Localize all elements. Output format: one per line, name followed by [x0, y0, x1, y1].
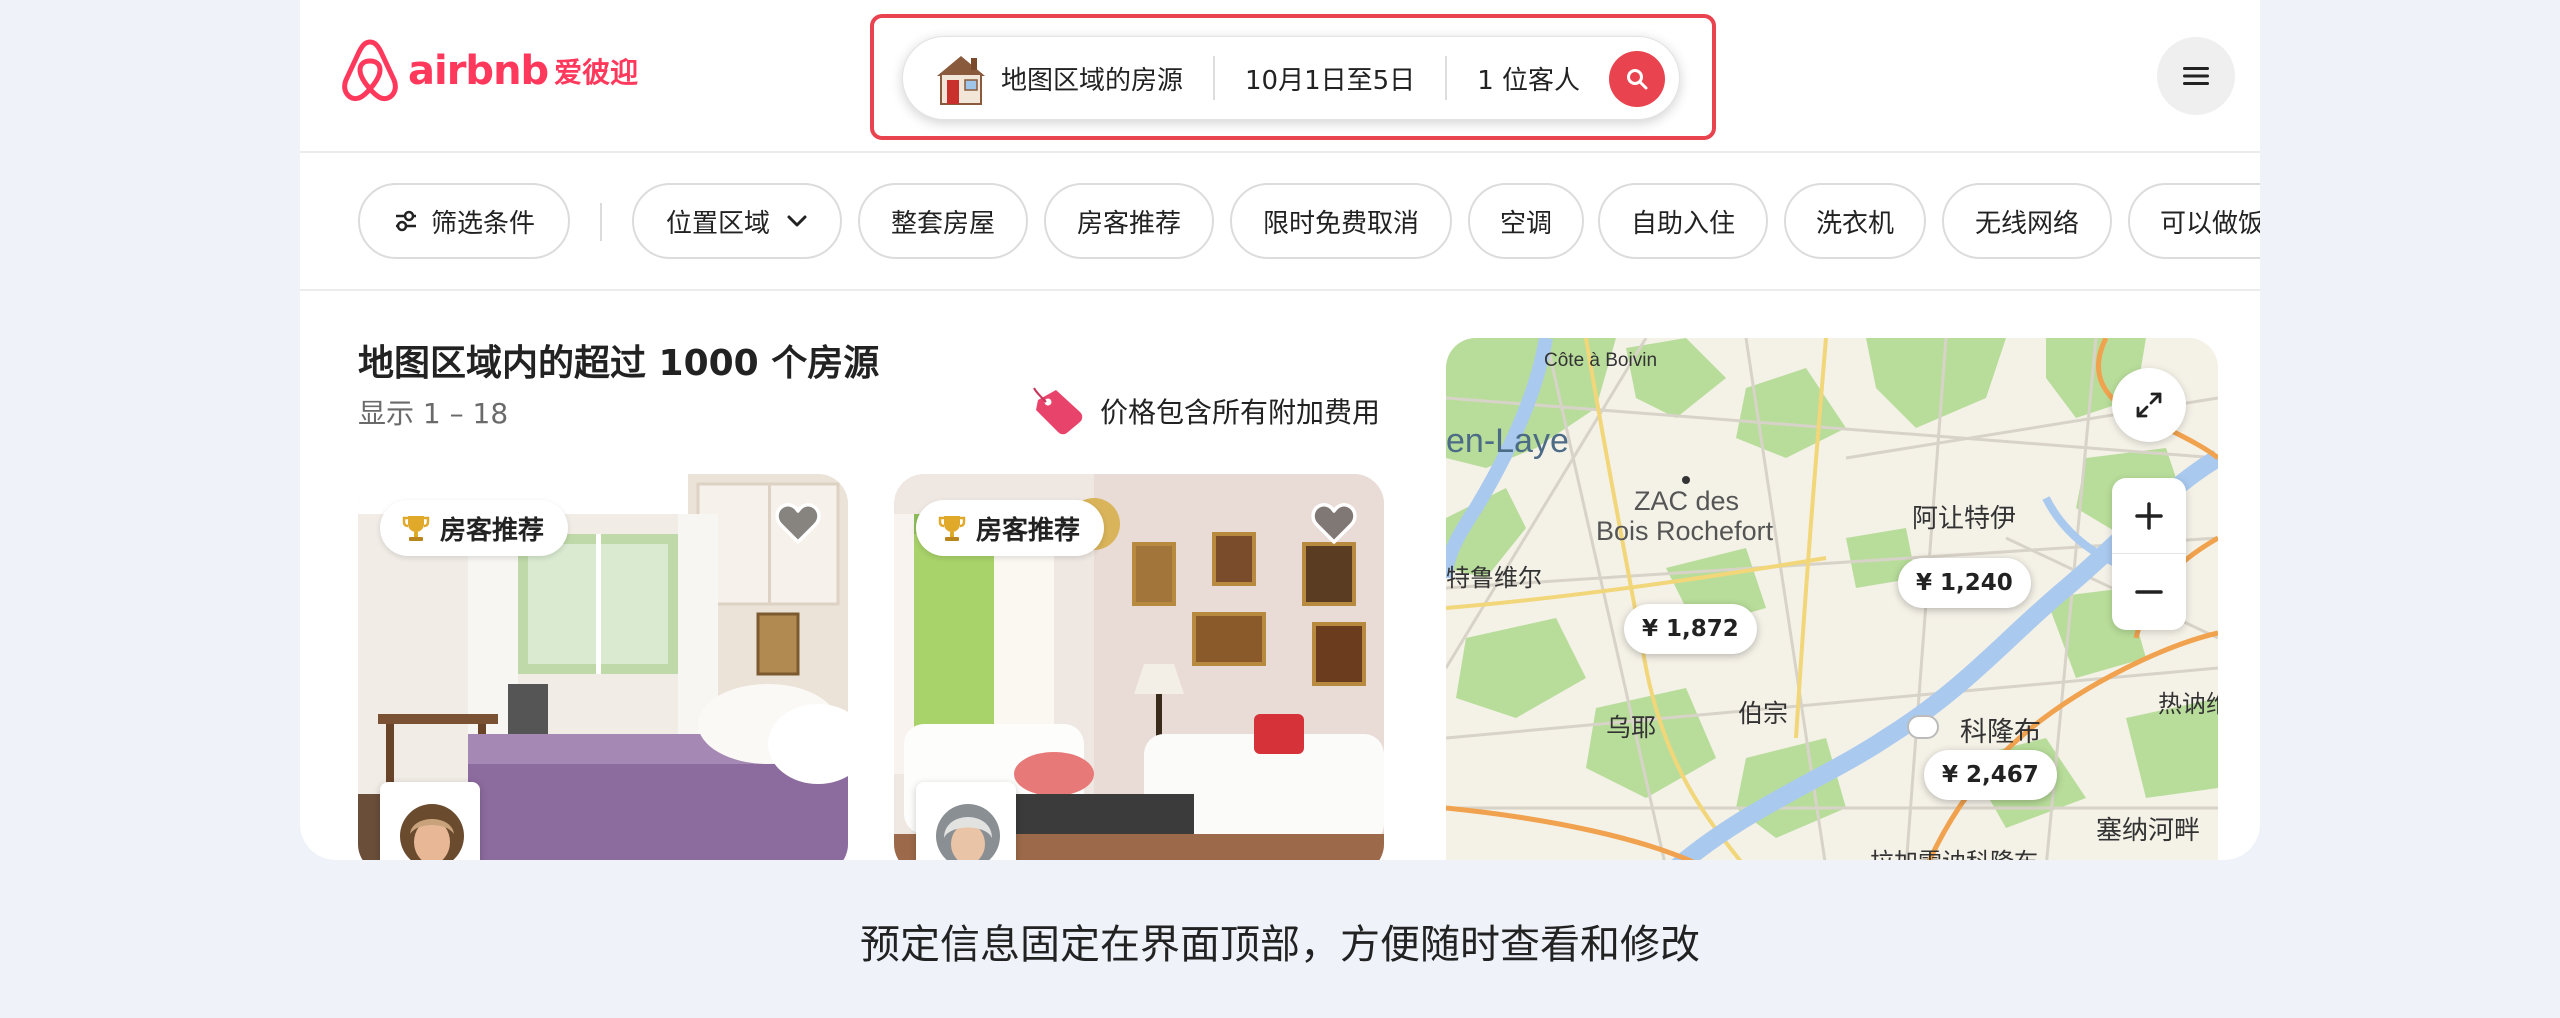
search-guests[interactable]: 1 位客人 — [1477, 60, 1580, 97]
listing-card[interactable]: 房客推荐 — [358, 474, 848, 860]
chip-label: 洗衣机 — [1815, 208, 1894, 239]
filter-divider — [600, 203, 602, 241]
zoom-out-button[interactable] — [2112, 554, 2186, 629]
chip-label: 空调 — [1499, 208, 1552, 239]
price-tag-icon — [1033, 387, 1083, 435]
sliders-icon — [395, 210, 416, 232]
map-label: 特鲁维尔 — [1446, 565, 1542, 592]
airbnb-belo-icon — [342, 39, 398, 102]
search-button[interactable] — [1609, 51, 1665, 107]
chip-label: 位置区域 — [665, 208, 770, 239]
brand-wordmark: airbnb — [408, 48, 549, 94]
hamburger-menu-icon — [2183, 67, 2209, 85]
badge-label: 房客推荐 — [976, 515, 1081, 546]
search-bar[interactable]: 地图区域的房源 10月1日至5日 1 位客人 — [902, 36, 1680, 120]
chevron-down-icon — [787, 215, 807, 227]
guest-favorite-badge: 房客推荐 — [380, 500, 569, 556]
chip-label: 整套房屋 — [890, 208, 995, 239]
map-label: ZAC des — [1634, 486, 1740, 516]
chip-location[interactable]: 位置区域 — [632, 183, 842, 259]
map-label: 乌耶 — [1606, 714, 1657, 742]
filter-bar: 筛选条件 位置区域 整套房屋 房客推荐 限时免费取消 空调 自助入住 洗衣机 无… — [300, 153, 2260, 291]
chip-self-check-in[interactable]: 自助入住 — [1598, 183, 1768, 259]
price-note: 价格包含所有附加费用 — [1030, 386, 1380, 436]
map-label: 科隆布 — [1960, 717, 2041, 747]
chip-free-cancellation[interactable]: 限时免费取消 — [1230, 183, 1452, 259]
chip-guest-favorite[interactable]: 房客推荐 — [1044, 183, 1214, 259]
trophy-icon — [938, 516, 966, 541]
chip-washer[interactable]: 洗衣机 — [1784, 183, 1926, 259]
map-label: 拉加雷讷科隆布 — [1870, 842, 2038, 860]
map-canvas — [1446, 338, 2218, 860]
map-panel[interactable]: Côte à Boivin en-Laye ZAC des Bois Roche… — [1446, 338, 2218, 860]
map-label: 塞纳河畔 — [2096, 815, 2201, 845]
map-zoom-controls — [2112, 478, 2186, 630]
map-expand-button[interactable] — [2112, 368, 2186, 442]
search-dates[interactable]: 10月1日至5日 — [1245, 60, 1415, 97]
results-title: 地图区域内的超过 1000 个房源 — [358, 343, 880, 384]
results-range: 显示 1 – 18 — [358, 397, 509, 430]
chip-label: 限时免费取消 — [1262, 208, 1419, 239]
expand-icon — [2136, 392, 2162, 418]
map-label: Côte à Boivin — [1544, 350, 1658, 371]
trophy-icon — [402, 516, 430, 541]
avatar — [936, 804, 1000, 860]
map-price-pin[interactable]: ¥ 1,240 — [1898, 558, 2031, 608]
guest-favorite-badge: 房客推荐 — [916, 500, 1105, 556]
host-card — [916, 782, 1016, 860]
menu-button[interactable] — [2157, 37, 2235, 115]
map-label: en-Laye — [1446, 422, 1569, 460]
chip-label: 无线网络 — [1974, 208, 2079, 239]
chip-label: 可以做饭 — [2160, 208, 2260, 239]
chip-air-conditioning[interactable]: 空调 — [1468, 183, 1584, 259]
map-price-pin[interactable]: ¥ 2,467 — [1924, 750, 2057, 800]
map-label: 伯宗 — [1738, 700, 1789, 728]
zoom-in-button[interactable] — [2112, 479, 2186, 554]
search-divider — [1213, 56, 1216, 100]
chip-kitchen[interactable]: 可以做饭 — [2128, 183, 2260, 259]
search-place[interactable]: 地图区域的房源 — [1001, 60, 1183, 97]
filters-button[interactable]: 筛选条件 — [358, 183, 570, 259]
top-header: airbnb 爱彼迎 地图区域的房源 10月1日至5日 1 位客人 — [300, 0, 2260, 153]
airbnb-logo[interactable]: airbnb 爱彼迎 — [340, 38, 638, 104]
app-window: airbnb 爱彼迎 地图区域的房源 10月1日至5日 1 位客人 筛选条件 位… — [300, 0, 2260, 860]
price-note-text: 价格包含所有附加费用 — [1100, 396, 1381, 429]
chip-label: 自助入住 — [1630, 208, 1735, 239]
plus-icon — [2135, 502, 2163, 530]
heart-icon[interactable] — [1310, 500, 1358, 546]
map-label: 热讷维 — [2158, 691, 2218, 718]
map-label: 阿让特伊 — [1912, 503, 2017, 533]
filters-button-label: 筛选条件 — [430, 208, 535, 239]
search-highlight-frame: 地图区域的房源 10月1日至5日 1 位客人 — [870, 14, 1716, 140]
search-divider — [1445, 56, 1448, 100]
map-price-pin[interactable]: ¥ 1,872 — [1624, 604, 1757, 654]
heart-icon[interactable] — [774, 500, 822, 546]
badge-label: 房客推荐 — [440, 515, 545, 546]
chip-label: 房客推荐 — [1076, 208, 1181, 239]
brand-cn-name: 爱彼迎 — [554, 56, 639, 89]
avatar — [400, 804, 464, 860]
chip-wifi[interactable]: 无线网络 — [1942, 183, 2112, 259]
search-icon — [1627, 69, 1648, 90]
host-card — [380, 782, 480, 860]
caption-text: 预定信息固定在界面顶部，方便随时查看和修改 — [860, 922, 1700, 968]
chip-entire-home[interactable]: 整套房屋 — [858, 183, 1028, 259]
house-icon — [937, 56, 985, 105]
listing-card[interactable]: 房客推荐 — [894, 474, 1384, 860]
map-label: Bois Rochefort — [1596, 516, 1774, 546]
minus-icon — [2135, 589, 2163, 594]
